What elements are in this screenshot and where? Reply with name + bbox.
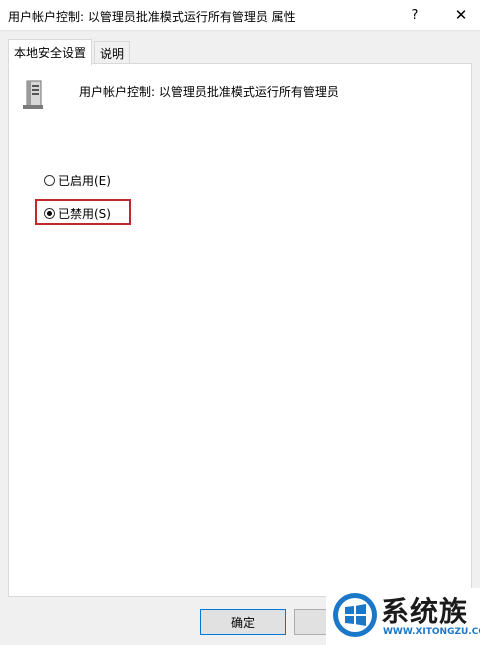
disabled-label: 已禁用(S) — [58, 207, 111, 221]
policy-name: 用户帐户控制: 以管理员批准模式运行所有管理员 — [79, 85, 339, 99]
window-title: 用户帐户控制: 以管理员批准模式运行所有管理员 属性 — [8, 10, 296, 24]
tab-local-security-setting[interactable]: 本地安全设置 — [8, 39, 93, 66]
server-policy-icon — [21, 80, 45, 113]
close-button[interactable]: ✕ — [442, 0, 480, 30]
settings-panel: 用户帐户控制: 以管理员批准模式运行所有管理员 已启用(E) 已禁用(S) — [8, 63, 472, 597]
enabled-label: 已启用(E) — [58, 174, 111, 188]
title-bar: 用户帐户控制: 以管理员批准模式运行所有管理员 属性 ? ✕ — [0, 0, 480, 31]
windows-logo-icon — [332, 592, 378, 641]
watermark: 系统族 WWW.XITONGZU.COM — [326, 588, 480, 645]
watermark-brand: 系统族 — [381, 595, 469, 628]
help-button[interactable]: ? — [400, 0, 430, 30]
disabled-option[interactable]: 已禁用(S) — [44, 205, 111, 222]
disabled-radio[interactable] — [44, 208, 55, 219]
enabled-radio[interactable] — [44, 175, 55, 186]
watermark-url: WWW.XITONGZU.COM — [383, 627, 480, 637]
enabled-option[interactable]: 已启用(E) — [44, 172, 111, 189]
tab-explain[interactable]: 说明 — [94, 41, 131, 65]
ok-button[interactable]: 确定 — [200, 609, 286, 635]
